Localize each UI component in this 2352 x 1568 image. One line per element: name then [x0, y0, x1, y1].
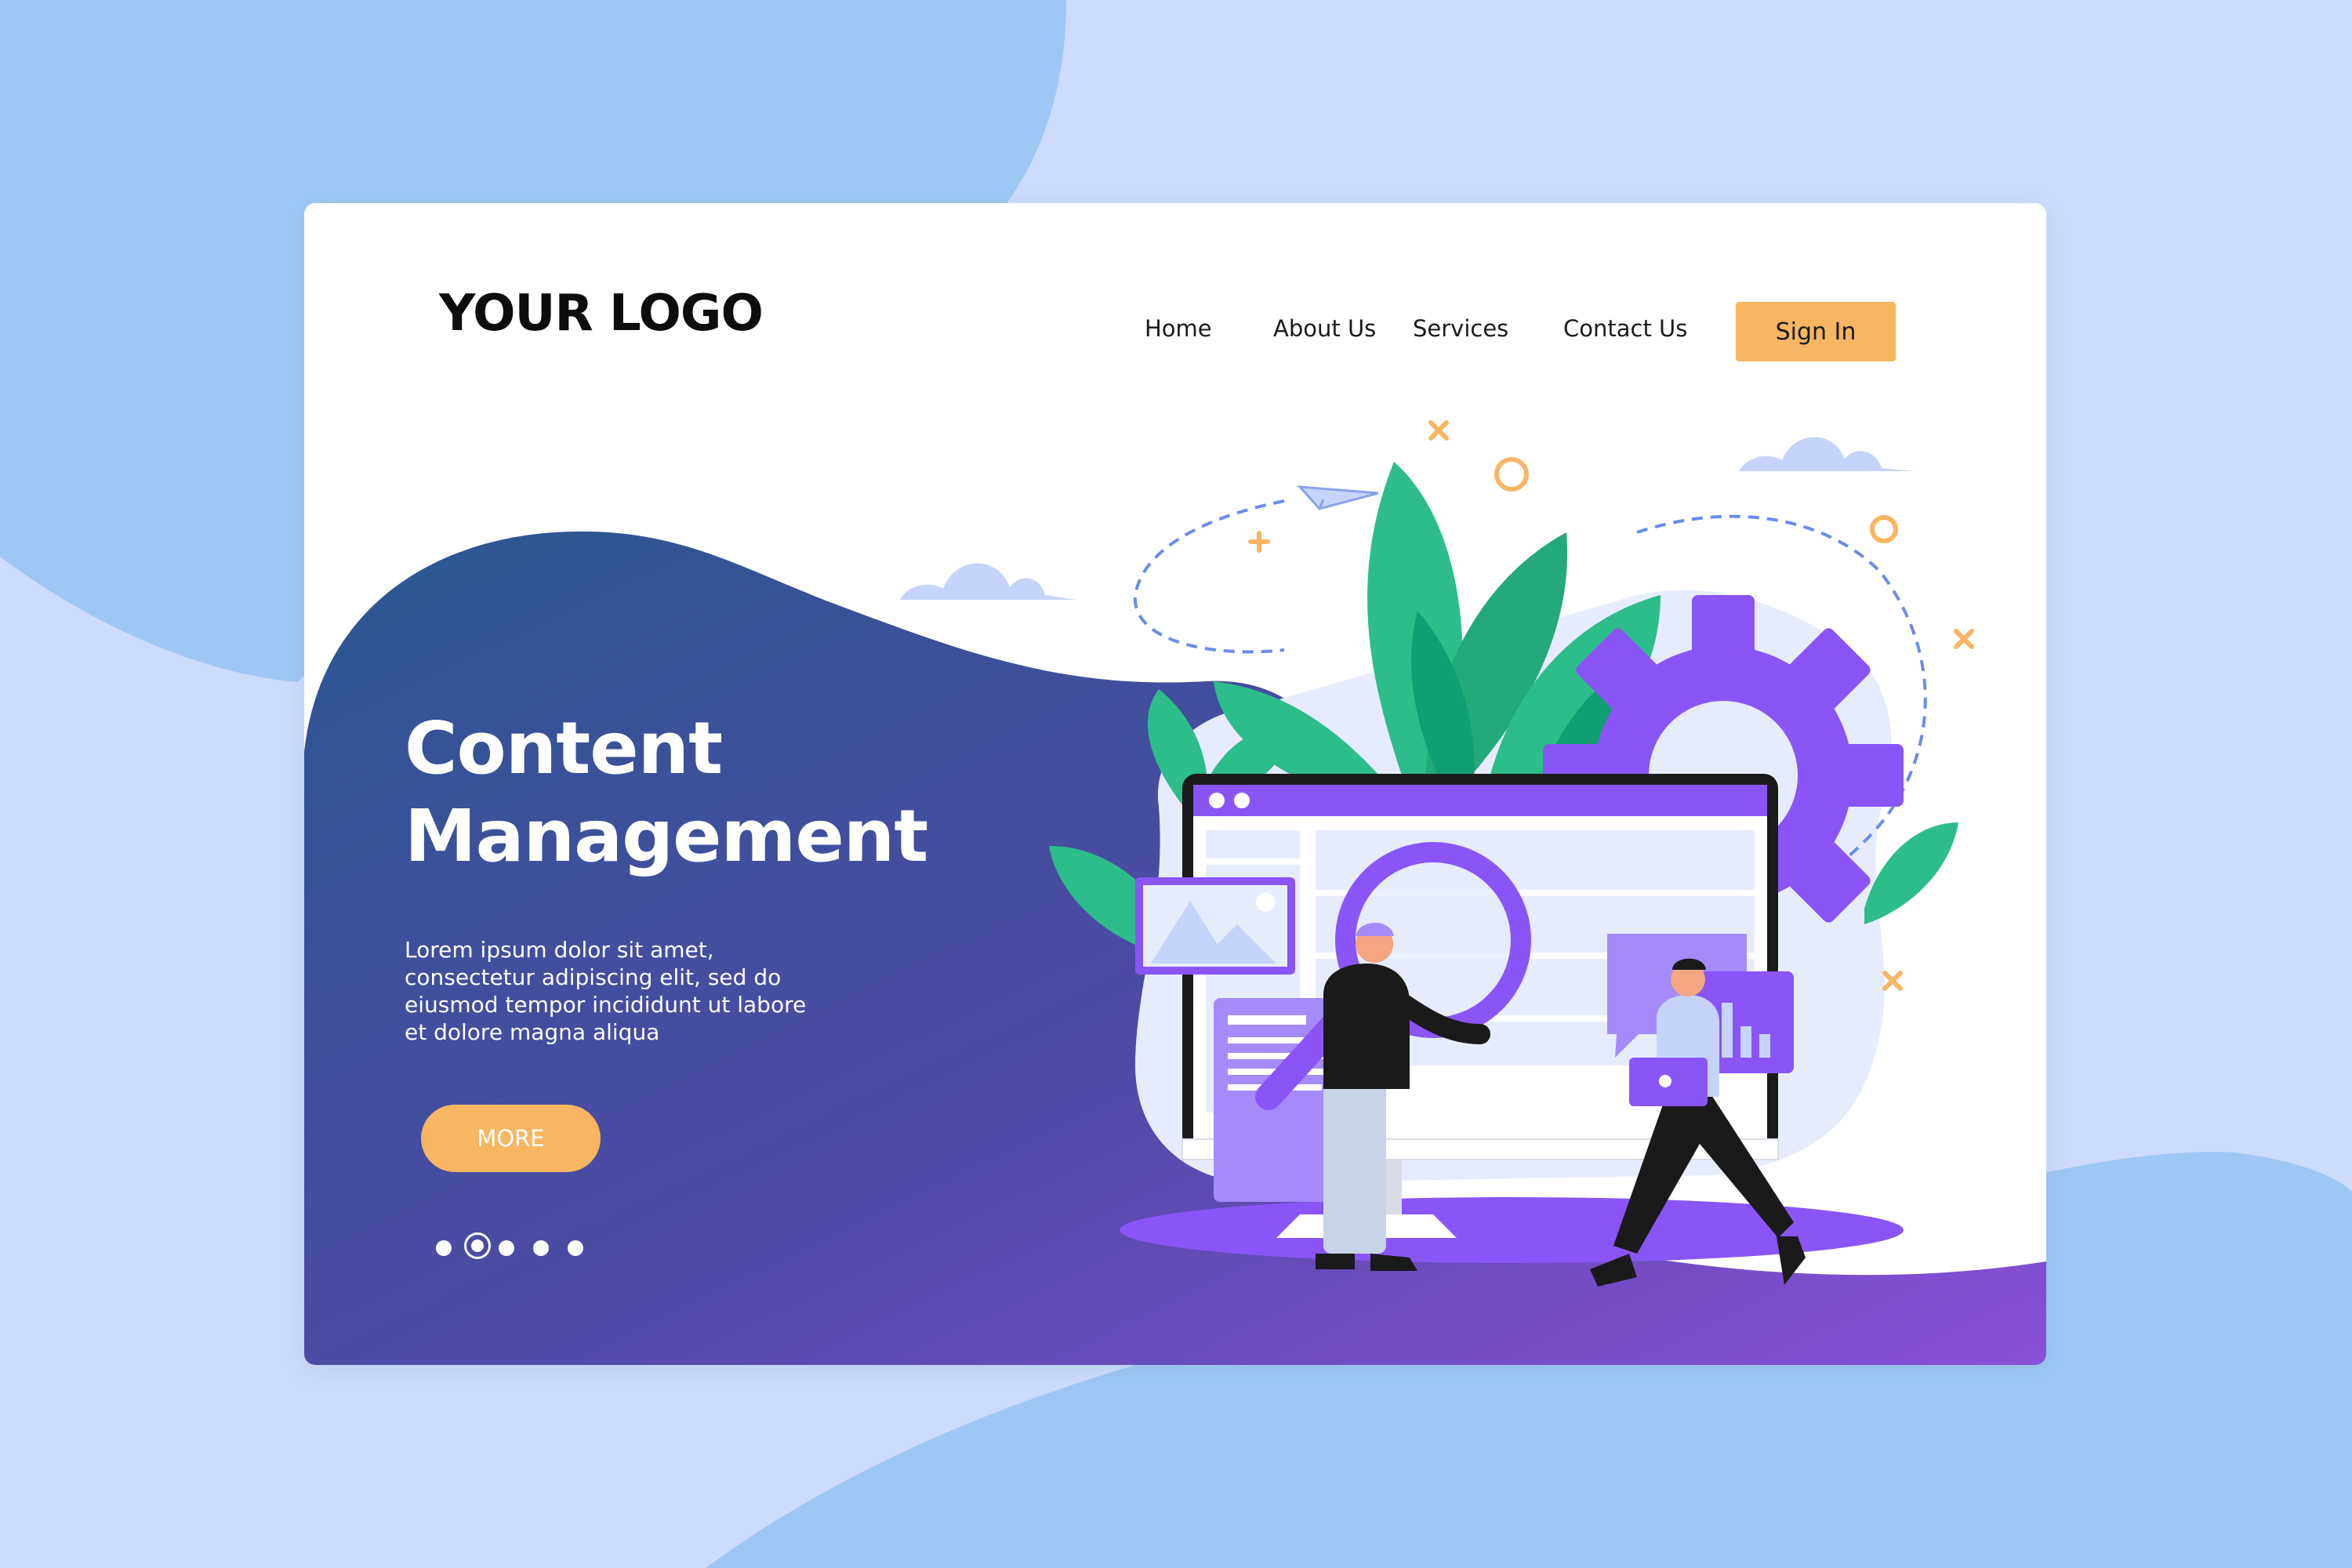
nav-link-about-us[interactable]: About Us: [1273, 315, 1376, 342]
hero-description: Lorem ipsum dolor sit amet, consectetur …: [405, 936, 891, 1046]
landing-page-card: YOUR LOGO Home About Us Services Contact…: [304, 203, 2046, 1365]
nav-link-contact-us[interactable]: Contact Us: [1563, 315, 1687, 342]
sign-in-button[interactable]: Sign In: [1736, 302, 1896, 361]
carousel-dot[interactable]: [568, 1240, 583, 1256]
carousel-dot[interactable]: [499, 1240, 514, 1256]
ring-decoration: [1494, 457, 1529, 492]
carousel-dot[interactable]: [436, 1240, 452, 1256]
hero-title-line1: Content: [405, 706, 723, 790]
cloud-right: [1739, 437, 1915, 471]
nav-link-home[interactable]: Home: [1145, 315, 1212, 342]
hero-description-line2: consectetur adipiscing elit, sed do: [405, 964, 782, 990]
image-card-icon: [1135, 877, 1295, 975]
more-button[interactable]: MORE: [421, 1105, 601, 1172]
hero-title-line2: Management: [405, 794, 928, 878]
dashed-flight-path: [1133, 499, 1285, 654]
hero-description-line4: et dolore magna aliqua: [405, 1019, 660, 1045]
cloud-left: [900, 563, 1076, 600]
paper-plane-icon: [1297, 485, 1379, 510]
ring-decoration: [1870, 515, 1898, 543]
hero-title: Content Management: [405, 705, 1000, 880]
hero-description-line3: eiusmod tempor incididunt ut labore: [405, 992, 807, 1018]
hero-description-line1: Lorem ipsum dolor sit amet,: [405, 937, 714, 963]
carousel-dot[interactable]: [533, 1240, 549, 1256]
logo[interactable]: YOUR LOGO: [439, 285, 764, 343]
nav-link-services[interactable]: Services: [1413, 315, 1508, 342]
carousel-dot-active[interactable]: [464, 1232, 491, 1259]
